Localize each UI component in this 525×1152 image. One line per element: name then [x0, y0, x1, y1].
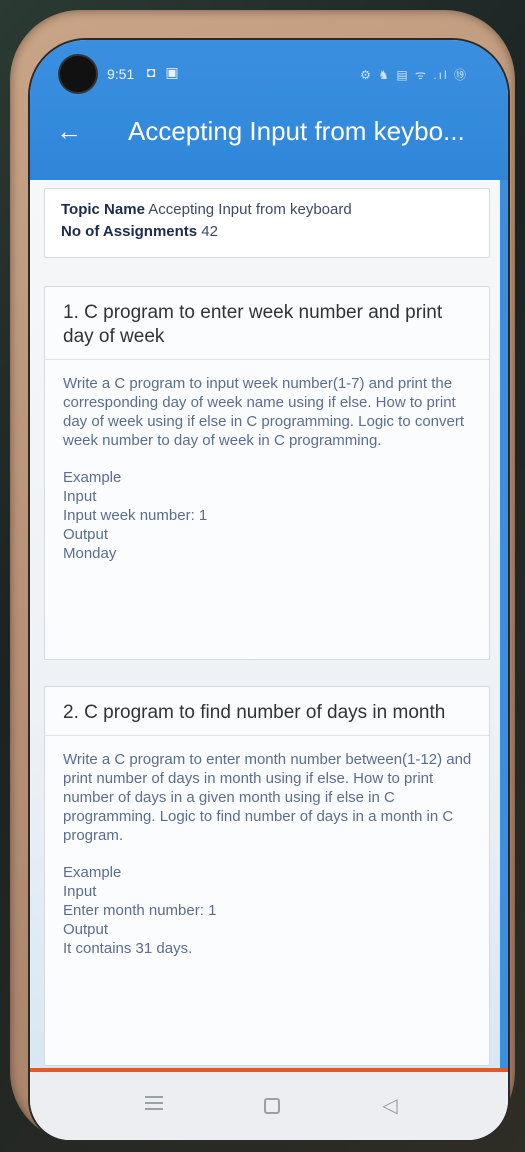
assignment-card[interactable]: 1. C program to enter week number and pr…: [44, 286, 490, 660]
system-nav-bar: ◁: [30, 1072, 508, 1140]
assignment-body: Write a C program to input week number(1…: [45, 360, 489, 575]
system-status-icons: ⚙ ♞ ▤ ᯤ .ıl ⑲: [360, 68, 468, 82]
camera-cutout: [60, 56, 96, 92]
notification-icons: ◘ ▣: [147, 64, 182, 80]
phone-screen: 9:51 ◘ ▣ ⚙ ♞ ▤ ᯤ .ıl ⑲ ← Accepting Input…: [30, 40, 508, 1140]
example-output-value: It contains 31 days.: [63, 940, 193, 957]
assignment-list[interactable]: Topic Name Accepting Input from keyboard…: [30, 180, 508, 1120]
example-output-label: Output: [63, 526, 109, 543]
recent-apps-icon[interactable]: [134, 1092, 174, 1120]
home-icon[interactable]: [252, 1092, 292, 1120]
assignment-title: 2. C program to find number of days in m…: [45, 687, 489, 736]
topic-name-row: Topic Name Accepting Input from keyboard: [61, 199, 473, 221]
assignment-count-row: No of Assignments 42: [61, 221, 473, 243]
page-title: Accepting Input from keybo...: [128, 116, 465, 146]
example-input-label: Input: [63, 883, 97, 900]
app-header: 9:51 ◘ ▣ ⚙ ♞ ▤ ᯤ .ıl ⑲ ← Accepting Input…: [30, 40, 508, 180]
example-input-value: Input week number: 1: [63, 507, 208, 524]
assignment-description: Write a C program to input week number(1…: [63, 375, 465, 449]
back-triangle-icon[interactable]: ◁: [370, 1092, 410, 1120]
status-time: 9:51: [107, 66, 135, 82]
topic-info-card: Topic Name Accepting Input from keyboard…: [44, 188, 490, 258]
assignment-count-label: No of Assignments: [61, 223, 198, 240]
status-bar: 9:51 ◘ ▣ ⚙ ♞ ▤ ᯤ .ıl ⑲: [30, 56, 508, 92]
example-label: Example: [63, 864, 122, 881]
assignment-description: Write a C program to enter month number …: [63, 751, 472, 844]
topic-name-value: Accepting Input from keyboard: [148, 201, 352, 218]
back-arrow-icon[interactable]: ←: [52, 114, 86, 148]
example-label: Example: [63, 469, 122, 486]
assignment-body: Write a C program to enter month number …: [45, 736, 489, 970]
topic-name-label: Topic Name: [61, 201, 145, 218]
example-output-value: Monday: [63, 545, 117, 562]
example-output-label: Output: [63, 921, 109, 938]
assignment-card[interactable]: 2. C program to find number of days in m…: [44, 686, 490, 1066]
example-input-value: Enter month number: 1: [63, 902, 217, 919]
app-bar: ← Accepting Input from keybo...: [30, 102, 508, 162]
assignment-title: 1. C program to enter week number and pr…: [45, 287, 489, 360]
assignment-count-value: 42: [201, 223, 218, 240]
example-input-label: Input: [63, 488, 97, 505]
